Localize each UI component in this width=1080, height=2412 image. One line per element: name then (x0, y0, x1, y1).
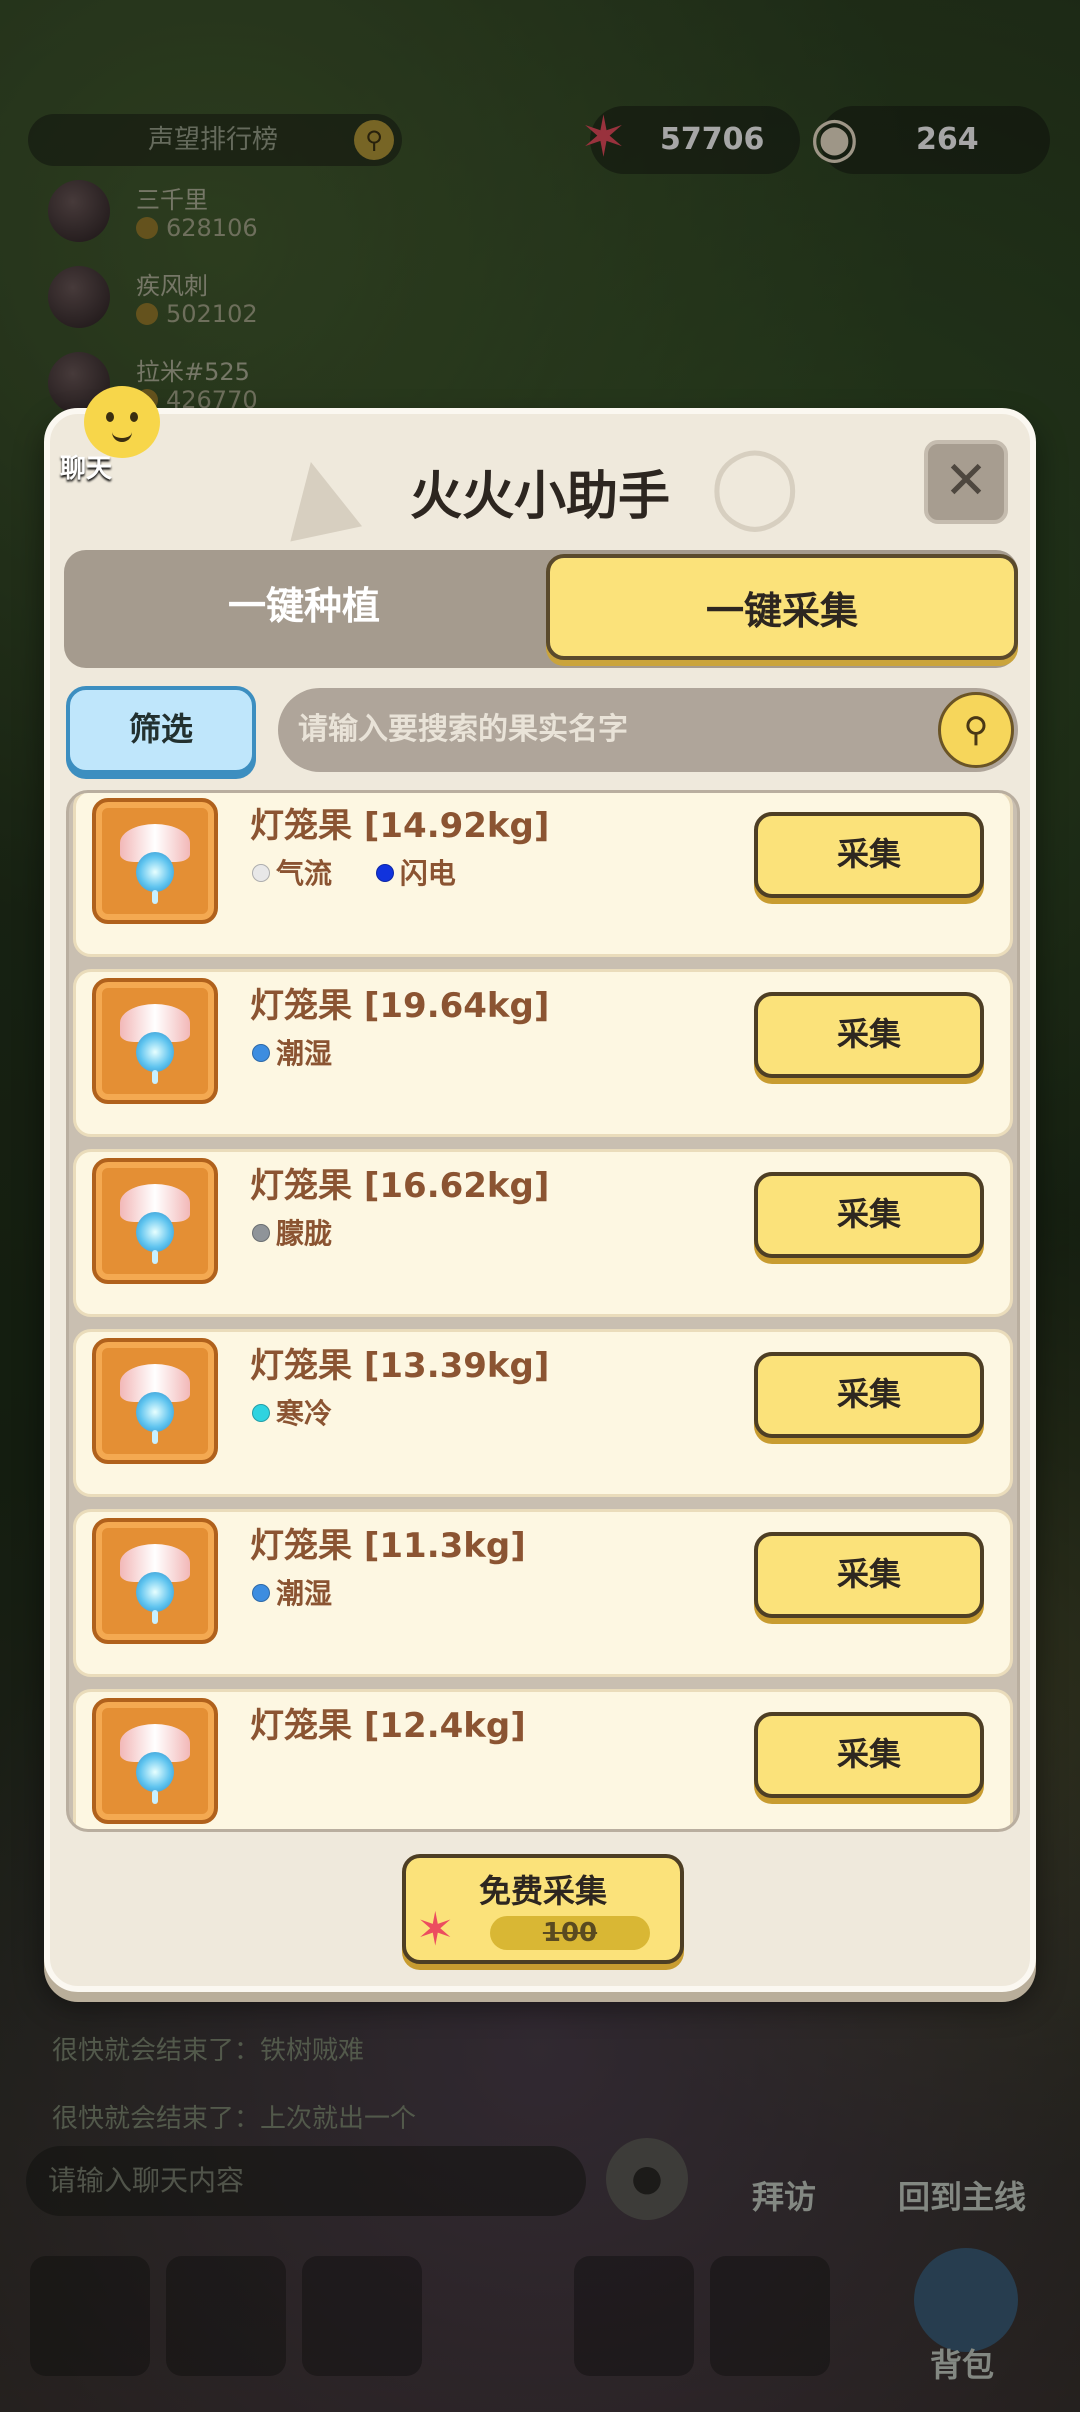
lantern-fruit-icon (92, 1698, 218, 1824)
free-collect-cost: 100 (490, 1916, 650, 1950)
list-item: 灯笼果 [19.64kg] 潮湿 采集 (73, 969, 1013, 1137)
dialog-title: 火火小助手 (409, 467, 670, 527)
fruit-tag: 闪电 (375, 857, 456, 890)
lantern-fruit-icon (92, 978, 218, 1104)
fruit-tag: 气流 (252, 857, 332, 890)
search-icon[interactable]: ⚲ (938, 692, 1014, 768)
fruit-tag: 朦胧 (252, 1217, 332, 1250)
chat-label: 聊天 (60, 454, 113, 484)
fruit-name: 灯笼果 [12.4kg] (250, 1706, 526, 1746)
close-icon: ✕ (944, 451, 988, 511)
fruit-tags: 寒冷 (252, 1392, 366, 1432)
collect-button[interactable]: 采集 (754, 1352, 984, 1438)
search-input[interactable]: 请输入要搜索的果实名字 ⚲ (278, 688, 1018, 772)
collect-button[interactable]: 采集 (754, 992, 984, 1078)
lantern-fruit-icon (92, 798, 218, 924)
fruit-name: 灯笼果 [14.92kg] (250, 806, 550, 846)
collect-button[interactable]: 采集 (754, 812, 984, 898)
fruit-list[interactable]: 灯笼果 [14.92kg] 气流 闪电 采集 灯笼果 [19.64kg] 潮湿 … (66, 790, 1020, 1832)
list-item: 灯笼果 [16.62kg] 朦胧 采集 (73, 1149, 1013, 1317)
dot-icon (252, 1044, 270, 1062)
fruit-tags: 潮湿 (252, 1572, 366, 1612)
close-button[interactable]: ✕ (924, 440, 1008, 524)
collect-button[interactable]: 采集 (754, 1532, 984, 1618)
fruit-tags: 气流 闪电 (252, 852, 490, 892)
filter-button[interactable]: 筛选 (66, 686, 256, 774)
fruit-tags: 潮湿 (252, 1032, 366, 1072)
fruit-tag: 潮湿 (252, 1577, 332, 1610)
search-placeholder: 请输入要搜索的果实名字 (298, 712, 628, 747)
fruit-tags: 朦胧 (252, 1212, 366, 1252)
list-item: 灯笼果 [12.4kg] 采集 (73, 1689, 1013, 1829)
starfish-icon: ✶ (416, 1902, 455, 1956)
dot-icon (252, 1224, 270, 1242)
free-collect-button[interactable]: 免费采集 100 ✶ (402, 1854, 684, 1964)
helper-dialog: ▲ ◯ 火火小助手 ✕ 一键种植 一键采集 筛选 请输入要搜索的果实名字 ⚲ 灯… (44, 408, 1036, 1992)
fruit-tag: 潮湿 (252, 1037, 332, 1070)
list-item: 灯笼果 [13.39kg] 寒冷 采集 (73, 1329, 1013, 1497)
fruit-name: 灯笼果 [19.64kg] (250, 986, 550, 1026)
list-item: 灯笼果 [11.3kg] 潮湿 采集 (73, 1509, 1013, 1677)
tab-bar: 一键种植 一键采集 (64, 550, 1018, 668)
dot-icon (252, 1404, 270, 1422)
fruit-name: 灯笼果 [16.62kg] (250, 1166, 550, 1206)
lantern-fruit-icon (92, 1158, 218, 1284)
lantern-fruit-icon (92, 1518, 218, 1644)
collect-button[interactable]: 采集 (754, 1712, 984, 1798)
fruit-tag: 寒冷 (252, 1397, 332, 1430)
fruit-name: 灯笼果 [11.3kg] (250, 1526, 526, 1566)
list-item: 灯笼果 [14.92kg] 气流 闪电 采集 (73, 793, 1013, 957)
dot-icon (375, 864, 394, 882)
dot-icon (252, 1584, 270, 1602)
tab-one-click-plant[interactable]: 一键种植 (64, 550, 544, 662)
tab-one-click-collect[interactable]: 一键采集 (546, 554, 1018, 660)
dot-icon (252, 864, 270, 882)
lantern-fruit-icon (92, 1338, 218, 1464)
fruit-name: 灯笼果 [13.39kg] (250, 1346, 550, 1386)
collect-button[interactable]: 采集 (754, 1172, 984, 1258)
chat-button[interactable]: 聊天 (50, 386, 160, 506)
